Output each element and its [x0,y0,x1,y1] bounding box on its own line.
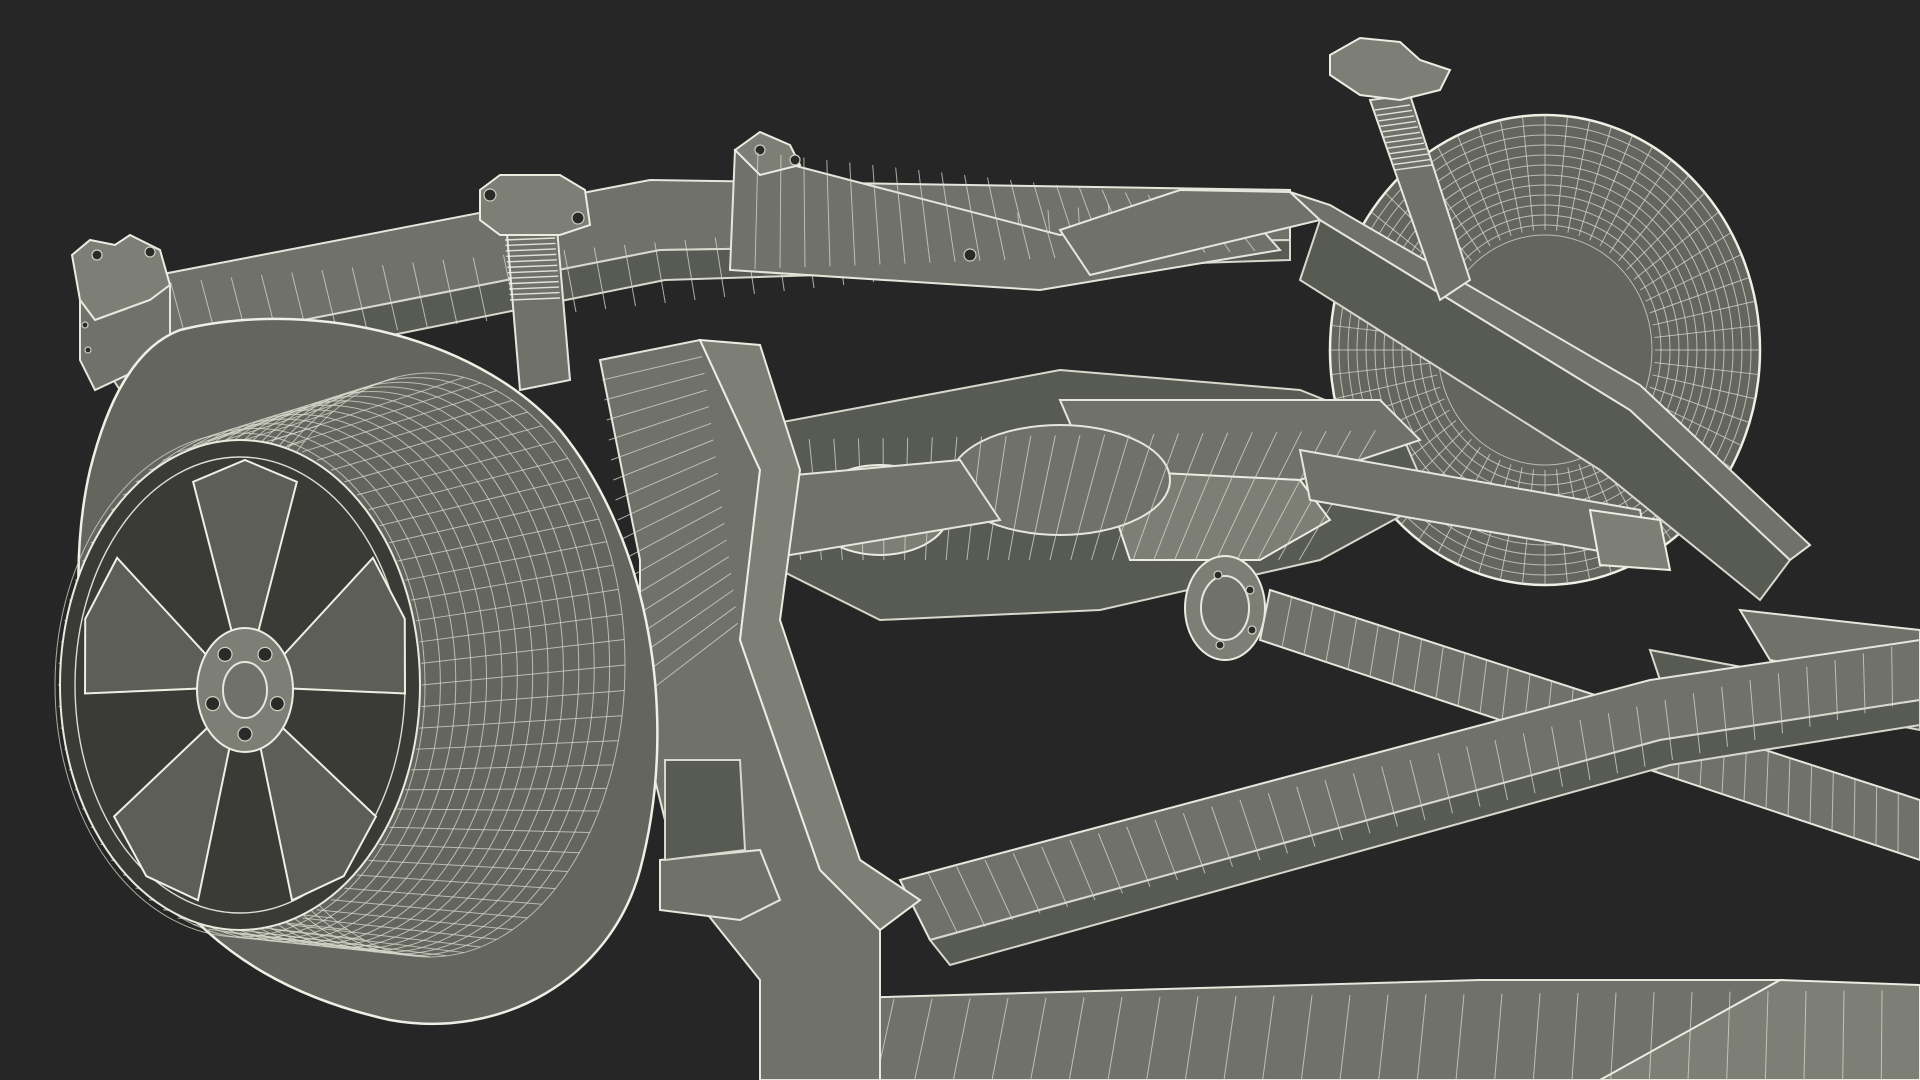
lug-nut [269,695,285,712]
chassis-wireframe-render [0,0,1920,1080]
drive-shaft-edge [1875,785,1878,846]
lug-nut [237,726,253,742]
lug-nut [257,646,273,663]
drive-shaft-flange [1184,555,1266,661]
lug-nut [205,695,221,712]
front-cross-rail [758,978,1920,1080]
lug-nut [217,646,233,663]
cross-rail-edge [1880,990,1883,1080]
